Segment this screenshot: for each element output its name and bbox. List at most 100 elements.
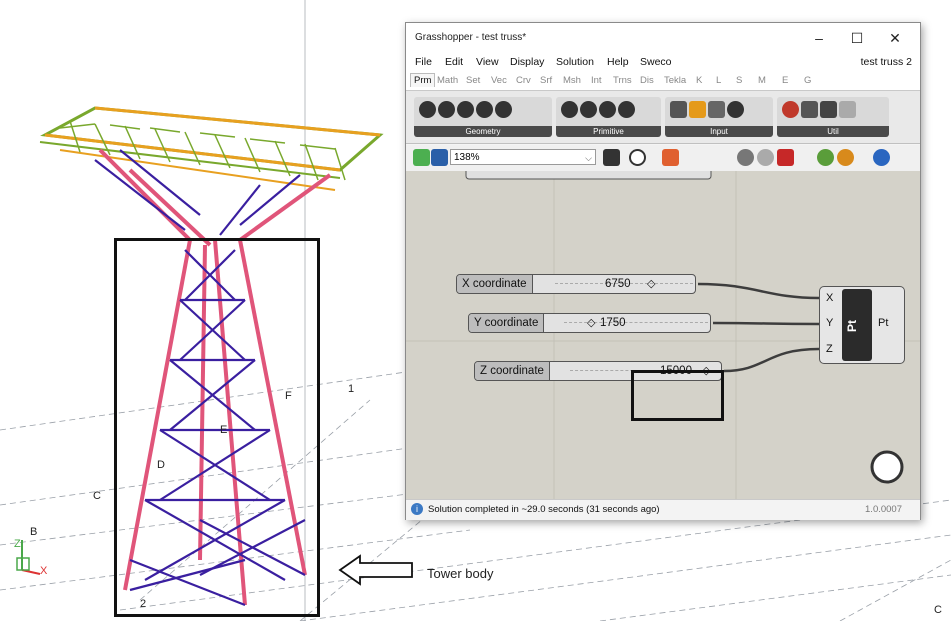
slider-value: 6750 — [605, 278, 631, 290]
bake-icon[interactable] — [817, 149, 834, 166]
tab-math[interactable]: Math — [437, 75, 458, 86]
grasshopper-window[interactable]: Grasshopper - test truss* – ☐ ✕ File Edi… — [405, 22, 921, 520]
menu-help[interactable]: Help — [607, 56, 629, 68]
number-icon[interactable] — [599, 101, 616, 118]
y-coordinate-slider[interactable]: Y coordinate ◇ 1750 — [468, 313, 711, 333]
cherry-icon[interactable] — [782, 101, 799, 118]
input-x[interactable]: X — [826, 292, 833, 304]
circle-icon[interactable] — [476, 101, 493, 118]
gradient-icon[interactable] — [689, 101, 706, 118]
tab-e[interactable]: E — [782, 75, 788, 86]
canvas-toolbar: 138% ⌵ — [406, 145, 920, 172]
solver-icon[interactable] — [837, 149, 854, 166]
grid-label-1: 1 — [348, 383, 355, 395]
minimize-button[interactable]: – — [808, 29, 830, 47]
grid-label-c-right: C — [934, 604, 942, 616]
preview-shaded-icon[interactable] — [737, 149, 754, 166]
tab-m[interactable]: M — [758, 75, 766, 86]
grid-label-b: B — [30, 526, 38, 538]
window-title: Grasshopper - test truss* — [415, 32, 527, 43]
tab-l[interactable]: L — [716, 75, 721, 86]
ribbon-caption-util: Util — [777, 126, 889, 137]
close-button[interactable]: ✕ — [884, 29, 906, 47]
preview-wire-icon[interactable] — [757, 149, 774, 166]
sketch-icon[interactable] — [662, 149, 679, 166]
slider-grip[interactable]: ◇ — [587, 316, 597, 330]
document-name[interactable]: test truss 2 — [861, 56, 912, 68]
menu-bar: File Edit View Display Solution Help Swe… — [406, 53, 920, 73]
menu-display[interactable]: Display — [510, 56, 544, 68]
menu-sweco[interactable]: Sweco — [640, 56, 672, 68]
boolean-icon[interactable] — [561, 101, 578, 118]
status-bar: i Solution completed in ~29.0 seconds (3… — [406, 499, 920, 520]
toggle-icon[interactable] — [727, 101, 744, 118]
tab-g[interactable]: G — [804, 75, 811, 86]
component-ribbon: Geometry Primitive Input Util — [406, 91, 920, 144]
preview-selected-icon[interactable] — [777, 149, 794, 166]
x-coordinate-slider[interactable]: X coordinate 6750 ◇ — [456, 274, 696, 294]
ribbon-caption-primitive: Primitive — [556, 126, 661, 137]
ribbon-caption-input: Input — [665, 126, 773, 137]
tab-trns[interactable]: Trns — [613, 75, 632, 86]
grid-label-c: C — [93, 490, 101, 502]
input-z[interactable]: Z — [826, 343, 833, 355]
output-pt[interactable]: Pt — [878, 317, 888, 329]
ribbon-caption-geometry: Geometry — [414, 126, 552, 137]
grasshopper-canvas[interactable]: X coordinate 6750 ◇ Y coordinate ◇ 1750 … — [406, 171, 920, 499]
relay-arrow-icon[interactable] — [820, 101, 837, 118]
status-text: Solution completed in ~29.0 seconds (31 … — [428, 504, 660, 515]
menu-view[interactable]: View — [476, 56, 499, 68]
tab-dis[interactable]: Dis — [640, 75, 654, 86]
info-icon: i — [411, 503, 423, 515]
tab-vec[interactable]: Vec — [491, 75, 507, 86]
axis-label-z: Z — [14, 538, 21, 550]
text-icon[interactable] — [618, 101, 635, 118]
tab-set[interactable]: Set — [466, 75, 480, 86]
slider-icon[interactable] — [670, 101, 687, 118]
panel-icon[interactable] — [708, 101, 725, 118]
point-icon[interactable] — [438, 101, 455, 118]
tower-body-highlight-box — [114, 238, 320, 617]
ribbon-group-primitive[interactable]: Primitive — [556, 97, 661, 137]
tree-icon[interactable] — [801, 101, 818, 118]
zoom-select[interactable]: 138% ⌵ — [450, 149, 596, 165]
tab-int[interactable]: Int — [591, 75, 602, 86]
menu-edit[interactable]: Edit — [445, 56, 463, 68]
tab-msh[interactable]: Msh — [563, 75, 581, 86]
tab-s[interactable]: S — [736, 75, 742, 86]
axis-label-x: X — [40, 565, 48, 577]
maximize-button[interactable]: ☐ — [846, 29, 868, 47]
tab-srf[interactable]: Srf — [540, 75, 552, 86]
slider-name: X coordinate — [457, 275, 533, 293]
construct-point-component[interactable]: X Y Z Pt Pt — [819, 286, 905, 364]
tab-prm[interactable]: Prm — [410, 73, 436, 87]
tab-crv[interactable]: Crv — [516, 75, 531, 86]
menu-file[interactable]: File — [415, 56, 432, 68]
slider-grip[interactable]: ◇ — [647, 277, 657, 291]
display-mode-icon[interactable] — [873, 149, 890, 166]
outline-arrow-icon[interactable] — [839, 101, 856, 118]
title-bar[interactable]: Grasshopper - test truss* – ☐ ✕ — [406, 23, 920, 53]
chevron-down-icon: ⌵ — [585, 153, 592, 163]
menu-solution[interactable]: Solution — [556, 56, 594, 68]
integer-icon[interactable] — [580, 101, 597, 118]
slider-name: Y coordinate — [469, 314, 545, 332]
component-name: Pt — [845, 320, 859, 332]
ribbon-group-input[interactable]: Input — [665, 97, 773, 137]
input-y[interactable]: Y — [826, 317, 833, 329]
tower-body-annotation: Tower body — [427, 566, 494, 581]
ribbon-group-geometry[interactable]: Geometry — [414, 97, 552, 137]
ribbon-group-util[interactable]: Util — [777, 97, 889, 137]
tab-tekla[interactable]: Tekla — [664, 75, 686, 86]
open-file-icon[interactable] — [413, 149, 430, 166]
z-value-highlight-box — [631, 370, 724, 421]
tab-k[interactable]: K — [696, 75, 702, 86]
geometry-icon[interactable] — [419, 101, 436, 118]
save-icon[interactable] — [431, 149, 448, 166]
zoom-extents-icon[interactable] — [603, 149, 620, 166]
vector-icon[interactable] — [457, 101, 474, 118]
eye-icon[interactable] — [629, 149, 646, 166]
component-tabs: Prm Math Set Vec Crv Srf Msh Int Trns Di… — [406, 73, 920, 91]
curve-icon[interactable] — [495, 101, 512, 118]
component-core: Pt — [842, 289, 872, 361]
